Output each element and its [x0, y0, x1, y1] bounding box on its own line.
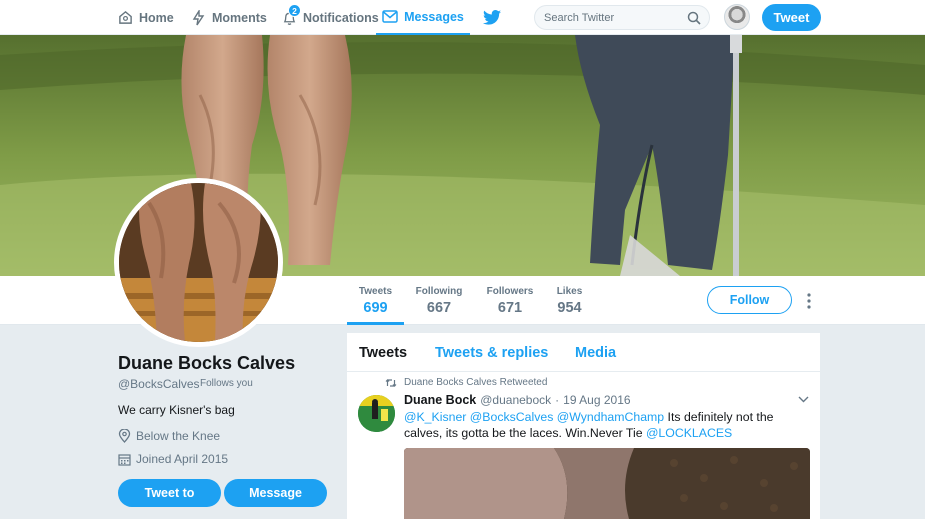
- stat-following-label: Following: [415, 286, 463, 297]
- stat-likes[interactable]: Likes 954: [554, 286, 585, 316]
- nav-notifications-label: Notifications: [303, 10, 379, 25]
- message-button[interactable]: Message: [224, 479, 327, 507]
- tweet-to-button[interactable]: Tweet to: [118, 479, 221, 507]
- account-avatar[interactable]: [724, 4, 750, 30]
- stat-followers-label: Followers: [486, 286, 534, 297]
- stat-tweets-label: Tweets: [358, 286, 393, 297]
- profile-display-name[interactable]: Duane Bocks Calves: [118, 353, 295, 374]
- profile-handle[interactable]: @BocksCalves: [118, 377, 200, 391]
- stat-tweets[interactable]: Tweets 699: [355, 286, 396, 316]
- stat-following-value: 667: [426, 300, 452, 316]
- tweet-text: @K_Kisner @BocksCalves @WyndhamChamp Its…: [404, 409, 804, 441]
- retweet-context: Duane Bocks Calves Retweeted: [385, 377, 547, 388]
- tweet-author-handle[interactable]: @duanebock: [480, 393, 551, 407]
- tweet-media-image[interactable]: [404, 448, 810, 519]
- timeline-panel: Tweets Tweets & replies Media Duane Bock…: [347, 333, 820, 519]
- nav-messages-label: Messages: [404, 9, 464, 24]
- profile-location-text: Below the Knee: [136, 429, 221, 443]
- chevron-down-icon[interactable]: [798, 396, 809, 403]
- nav-messages[interactable]: Messages: [376, 0, 470, 35]
- tweet-date[interactable]: 19 Aug 2016: [563, 393, 630, 407]
- tab-tweets-and-replies[interactable]: Tweets & replies: [435, 345, 548, 361]
- search-icon[interactable]: [687, 11, 701, 25]
- profile-joined: Joined April 2015: [118, 452, 228, 466]
- compose-tweet-button[interactable]: Tweet: [762, 4, 821, 31]
- active-stat-underline: [347, 322, 404, 325]
- twitter-logo[interactable]: [483, 0, 507, 35]
- profile-bio: We carry Kisner's bag: [118, 403, 235, 417]
- more-options-icon[interactable]: [804, 291, 814, 311]
- stat-following[interactable]: Following 667: [414, 286, 464, 316]
- tab-media[interactable]: Media: [575, 345, 616, 361]
- nav-moments[interactable]: Moments: [192, 0, 267, 35]
- nav-home-label: Home: [139, 10, 174, 25]
- retweet-icon: [385, 378, 397, 387]
- avatar-photo: [119, 183, 278, 342]
- notification-count-badge: 2: [288, 4, 301, 17]
- calendar-icon: [118, 453, 131, 466]
- follow-button[interactable]: Follow: [707, 286, 792, 314]
- stat-followers-value: 671: [497, 300, 523, 316]
- top-navigation: Home Moments 2 Notifications Messages Tw…: [0, 0, 925, 35]
- tweet-avatar-photo: [358, 395, 395, 432]
- envelope-icon: [382, 10, 398, 23]
- search-box[interactable]: [534, 5, 710, 30]
- nav-home[interactable]: Home: [118, 0, 174, 35]
- follows-you-label: Follows you: [200, 378, 253, 389]
- home-icon: [119, 10, 132, 24]
- tweet-hashtag-link[interactable]: @LOCKLACES: [646, 426, 732, 440]
- tweet-header: Duane Bock @duanebock · 19 Aug 2016: [404, 393, 631, 407]
- tweet-media-photo: [404, 448, 810, 519]
- profile-joined-text: Joined April 2015: [136, 452, 229, 466]
- twitter-bird-icon: [483, 10, 501, 25]
- stat-tweets-value: 699: [363, 300, 388, 316]
- stat-likes-label: Likes: [556, 286, 583, 297]
- nav-moments-label: Moments: [212, 10, 267, 25]
- retweeted-by-text[interactable]: Duane Bocks Calves Retweeted: [404, 377, 547, 388]
- timeline-tabs: Tweets Tweets & replies Media: [347, 333, 820, 372]
- tweet-author-name[interactable]: Duane Bock: [404, 393, 476, 407]
- search-input[interactable]: [544, 9, 684, 27]
- tweet-separator: ·: [555, 393, 560, 407]
- tweet-author-avatar[interactable]: [358, 395, 395, 432]
- nav-notifications[interactable]: 2 Notifications: [282, 0, 379, 35]
- stat-likes-value: 954: [557, 300, 582, 316]
- stat-followers[interactable]: Followers 671: [484, 286, 536, 316]
- lightning-icon: [192, 9, 205, 25]
- profile-location: Below the Knee: [118, 429, 220, 443]
- location-pin-icon: [118, 429, 131, 443]
- tab-tweets[interactable]: Tweets: [359, 345, 407, 361]
- tweet-mentions[interactable]: @K_Kisner @BocksCalves @WyndhamChamp: [404, 410, 664, 424]
- profile-avatar[interactable]: [114, 178, 283, 347]
